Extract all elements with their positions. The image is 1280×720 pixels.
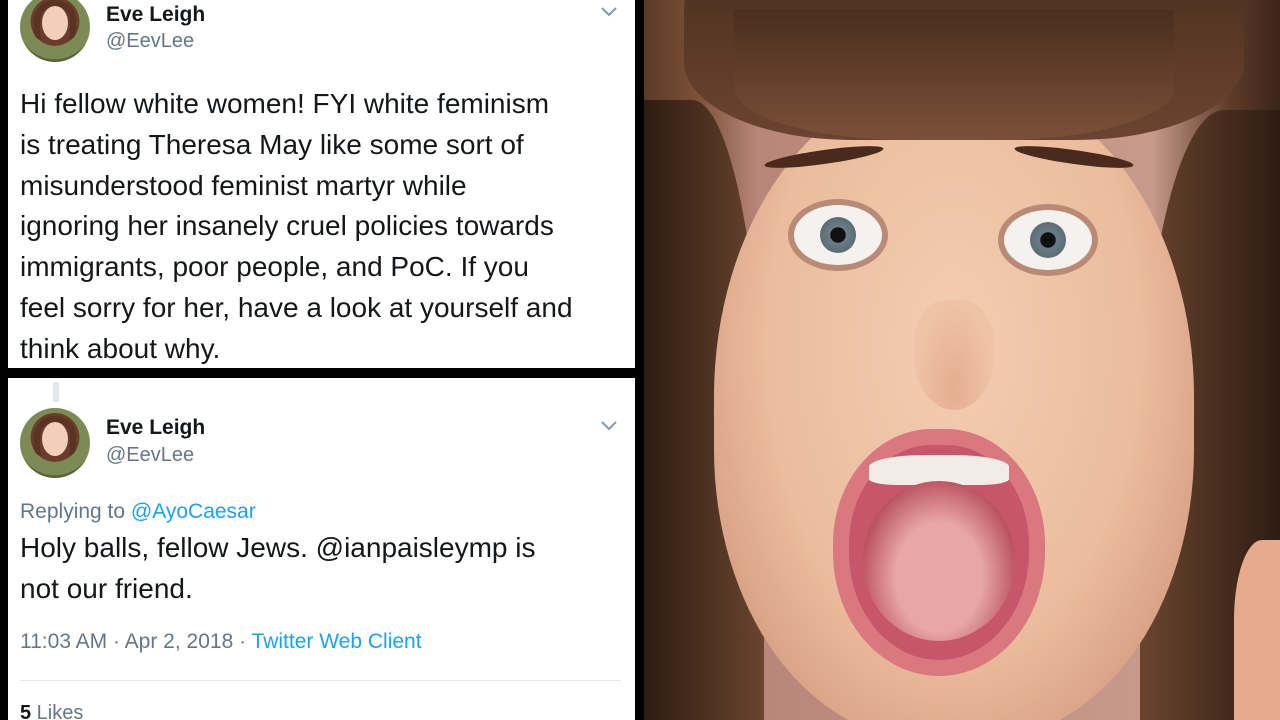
tweet-timestamp[interactable]: 11:03 AM · Apr 2, 2018 · <box>20 630 252 653</box>
open-mouth <box>849 445 1029 660</box>
tweet-client-link[interactable]: Twitter Web Client <box>252 630 422 653</box>
tweet-text: Hi fellow white women! FYI white feminis… <box>20 88 573 364</box>
user-name[interactable]: Eve Leigh <box>106 416 205 440</box>
divider <box>20 680 621 681</box>
nose <box>914 300 994 410</box>
right-eye <box>1004 210 1092 270</box>
avatar[interactable] <box>20 408 90 478</box>
thread-connector <box>53 382 59 402</box>
likes-label: Likes <box>31 702 84 720</box>
user-name[interactable]: Eve Leigh <box>106 3 205 27</box>
user-handle[interactable]: @EevLee <box>106 444 194 467</box>
left-eye <box>794 205 882 265</box>
replying-link[interactable]: @AyoCaesar <box>131 500 256 523</box>
avatar[interactable] <box>20 0 90 62</box>
likes-count[interactable]: 5 Likes <box>20 702 83 720</box>
mouth-inner <box>863 481 1015 641</box>
user-handle[interactable]: @EevLee <box>106 30 194 53</box>
tweet-card-top: Eve Leigh @EevLee Hi fellow white women!… <box>8 0 635 368</box>
replying-label: Replying to <box>20 500 131 523</box>
tweet-text: Holy balls, fellow Jews. @ianpaisleymp i… <box>20 532 536 604</box>
replying-to: Replying to @AyoCaesar <box>20 500 256 524</box>
chevron-down-icon[interactable] <box>596 2 622 22</box>
hand <box>1234 540 1280 720</box>
likes-number: 5 <box>20 702 32 720</box>
bangs <box>734 10 1174 140</box>
photo-face <box>644 0 1280 720</box>
tweet-card-bottom: Eve Leigh @EevLee Replying to @AyoCaesar… <box>8 378 635 720</box>
tweet-meta: 11:03 AM · Apr 2, 2018 · Twitter Web Cli… <box>20 630 422 654</box>
chevron-down-icon[interactable] <box>596 416 622 436</box>
